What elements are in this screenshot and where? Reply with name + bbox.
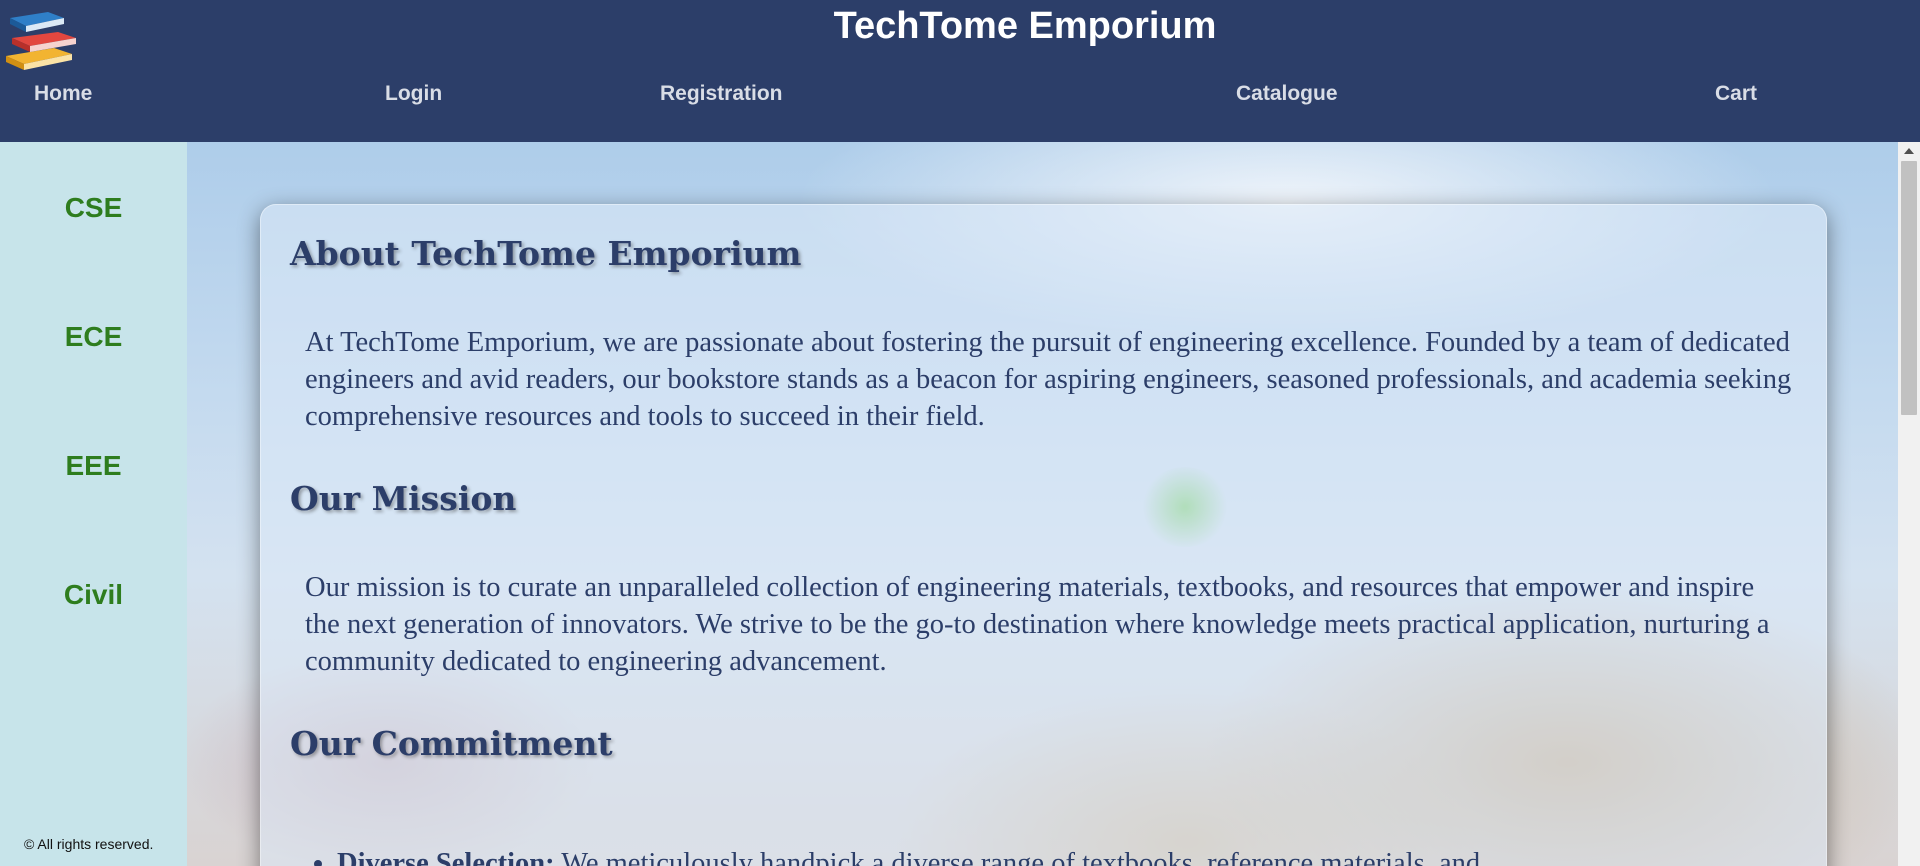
nav-login[interactable]: Login [385,80,442,108]
about-paragraph: At TechTome Emporium, we are passionate … [305,327,1792,432]
list-item-title: Diverse Selection: [337,848,555,866]
nav-registration[interactable]: Registration [660,80,783,108]
list-item-text: We meticulously handpick a diverse range… [554,848,1481,866]
commitment-heading: Our Commitment [290,724,613,763]
page-scrollbar[interactable] [1898,142,1920,866]
sidebar-item-cse[interactable]: CSE [0,191,187,225]
list-item: Diverse Selection: We meticulously handp… [337,845,1795,866]
sidebar-item-civil[interactable]: Civil [0,578,187,612]
about-heading: About TechTome Emporium [290,234,802,273]
commitment-list: Diverse Selection: We meticulously handp… [305,845,1795,866]
copyright-text: © All rights reserved. [24,836,154,852]
scrollbar-thumb[interactable] [1901,161,1917,415]
mission-paragraph: Our mission is to curate an unparalleled… [305,572,1770,677]
about-content-card: About TechTome Emporium At TechTome Empo… [260,204,1827,866]
sidebar-item-ece[interactable]: ECE [0,320,187,354]
site-header: TechTome Emporium Home Login Registratio… [0,0,1920,142]
category-sidebar: CSE ECE EEE Civil [0,142,187,866]
nav-cart[interactable]: Cart [1715,80,1757,108]
nav-catalogue[interactable]: Catalogue [1236,80,1338,108]
scroll-up-arrow-icon[interactable] [1904,148,1914,154]
sidebar-item-eee[interactable]: EEE [0,449,187,483]
mission-heading: Our Mission [290,479,517,518]
nav-home[interactable]: Home [34,80,92,108]
site-title: TechTome Emporium [833,5,1217,47]
